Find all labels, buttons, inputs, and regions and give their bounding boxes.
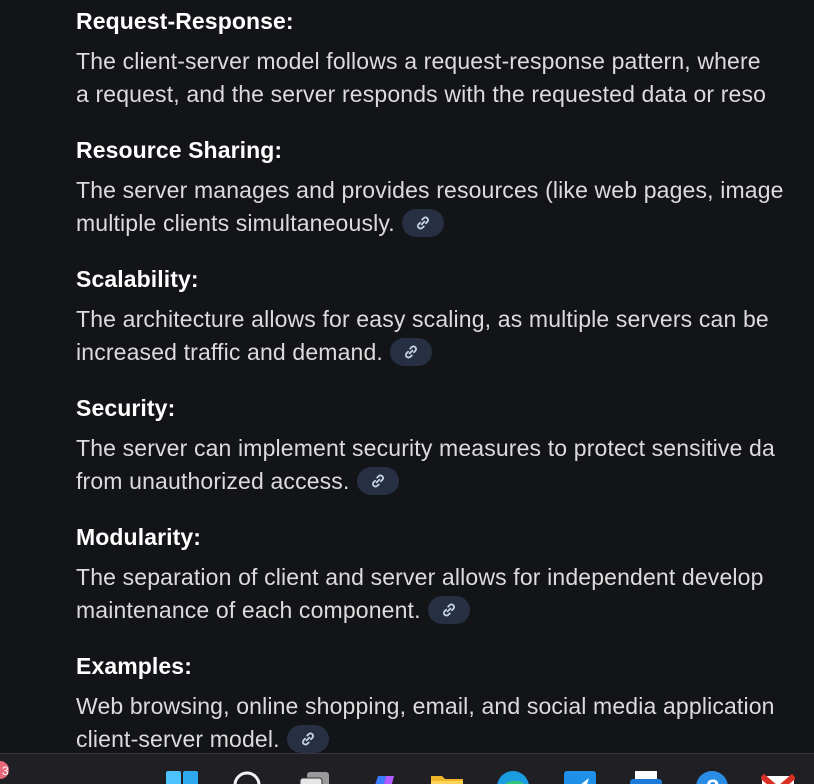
gmail-icon[interactable] [761, 770, 795, 784]
section-examples: Examples: Web browsing, online shopping,… [76, 651, 775, 756]
copilot-icon[interactable] [364, 770, 398, 784]
section-heading: Request-Response: [76, 8, 294, 34]
section-heading: Modularity: [76, 524, 202, 550]
section-text-line-last: maintenance of each component. [76, 594, 764, 627]
search-icon[interactable] [231, 770, 265, 784]
section-text: increased traffic and demand. [76, 339, 383, 365]
section-text-line: The client-server model follows a reques… [76, 48, 761, 74]
source-link-button[interactable] [286, 724, 329, 753]
source-link-button[interactable] [389, 337, 432, 366]
section-heading: Scalability: [76, 266, 199, 292]
store-icon[interactable] [563, 770, 597, 784]
link-icon [371, 474, 384, 488]
link-icon [405, 345, 417, 359]
section-heading: Security: [76, 395, 176, 421]
section-security: Security: The server can implement secur… [76, 393, 775, 498]
edge-browser-icon[interactable] [496, 770, 530, 784]
source-link-button[interactable] [356, 466, 399, 495]
notification-badge-icon[interactable]: 3 [0, 760, 10, 780]
source-link-button[interactable] [427, 595, 470, 624]
section-text: multiple clients simultaneously. [76, 210, 395, 236]
svg-text:3: 3 [2, 764, 9, 778]
section-text: client-server model. [76, 726, 280, 752]
section-text-line: a request, and the server responds with … [76, 81, 767, 107]
section-text-line-last: from unauthorized access. [76, 465, 775, 498]
source-link-button[interactable] [401, 208, 444, 237]
section-text-line: The server can implement security measur… [76, 435, 775, 461]
section-text-line-last: client-server model. [76, 723, 775, 756]
link-icon [301, 732, 314, 746]
section-text-line: The server manages and provides resource… [76, 177, 784, 203]
section-resource-sharing: Resource Sharing: The server manages and… [76, 135, 784, 240]
taskbar: 3 ? [0, 753, 814, 784]
help-icon[interactable]: ? [695, 770, 729, 784]
section-text-line-last: increased traffic and demand. [76, 336, 769, 369]
section-text: from unauthorized access. [76, 468, 350, 494]
windows-start-icon[interactable] [165, 770, 199, 784]
section-text-line: The separation of client and server allo… [76, 564, 764, 590]
section-text-line-last: multiple clients simultaneously. [76, 207, 784, 240]
section-request-response: Request-Response: The client-server mode… [76, 6, 766, 111]
task-view-icon[interactable] [297, 770, 331, 784]
section-heading: Resource Sharing: [76, 137, 283, 163]
section-heading: Examples: [76, 653, 192, 679]
section-scalability: Scalability: The architecture allows for… [76, 264, 769, 369]
file-explorer-icon[interactable] [430, 770, 464, 784]
section-text-line: The architecture allows for easy scaling… [76, 306, 769, 332]
section-text-line: Web browsing, online shopping, email, an… [76, 693, 775, 719]
printer-icon[interactable] [629, 770, 663, 784]
section-modularity: Modularity: The separation of client and… [76, 522, 764, 627]
link-icon [416, 216, 429, 230]
section-text: maintenance of each component. [76, 597, 421, 623]
svg-text:?: ? [706, 775, 719, 784]
link-icon [442, 603, 455, 617]
